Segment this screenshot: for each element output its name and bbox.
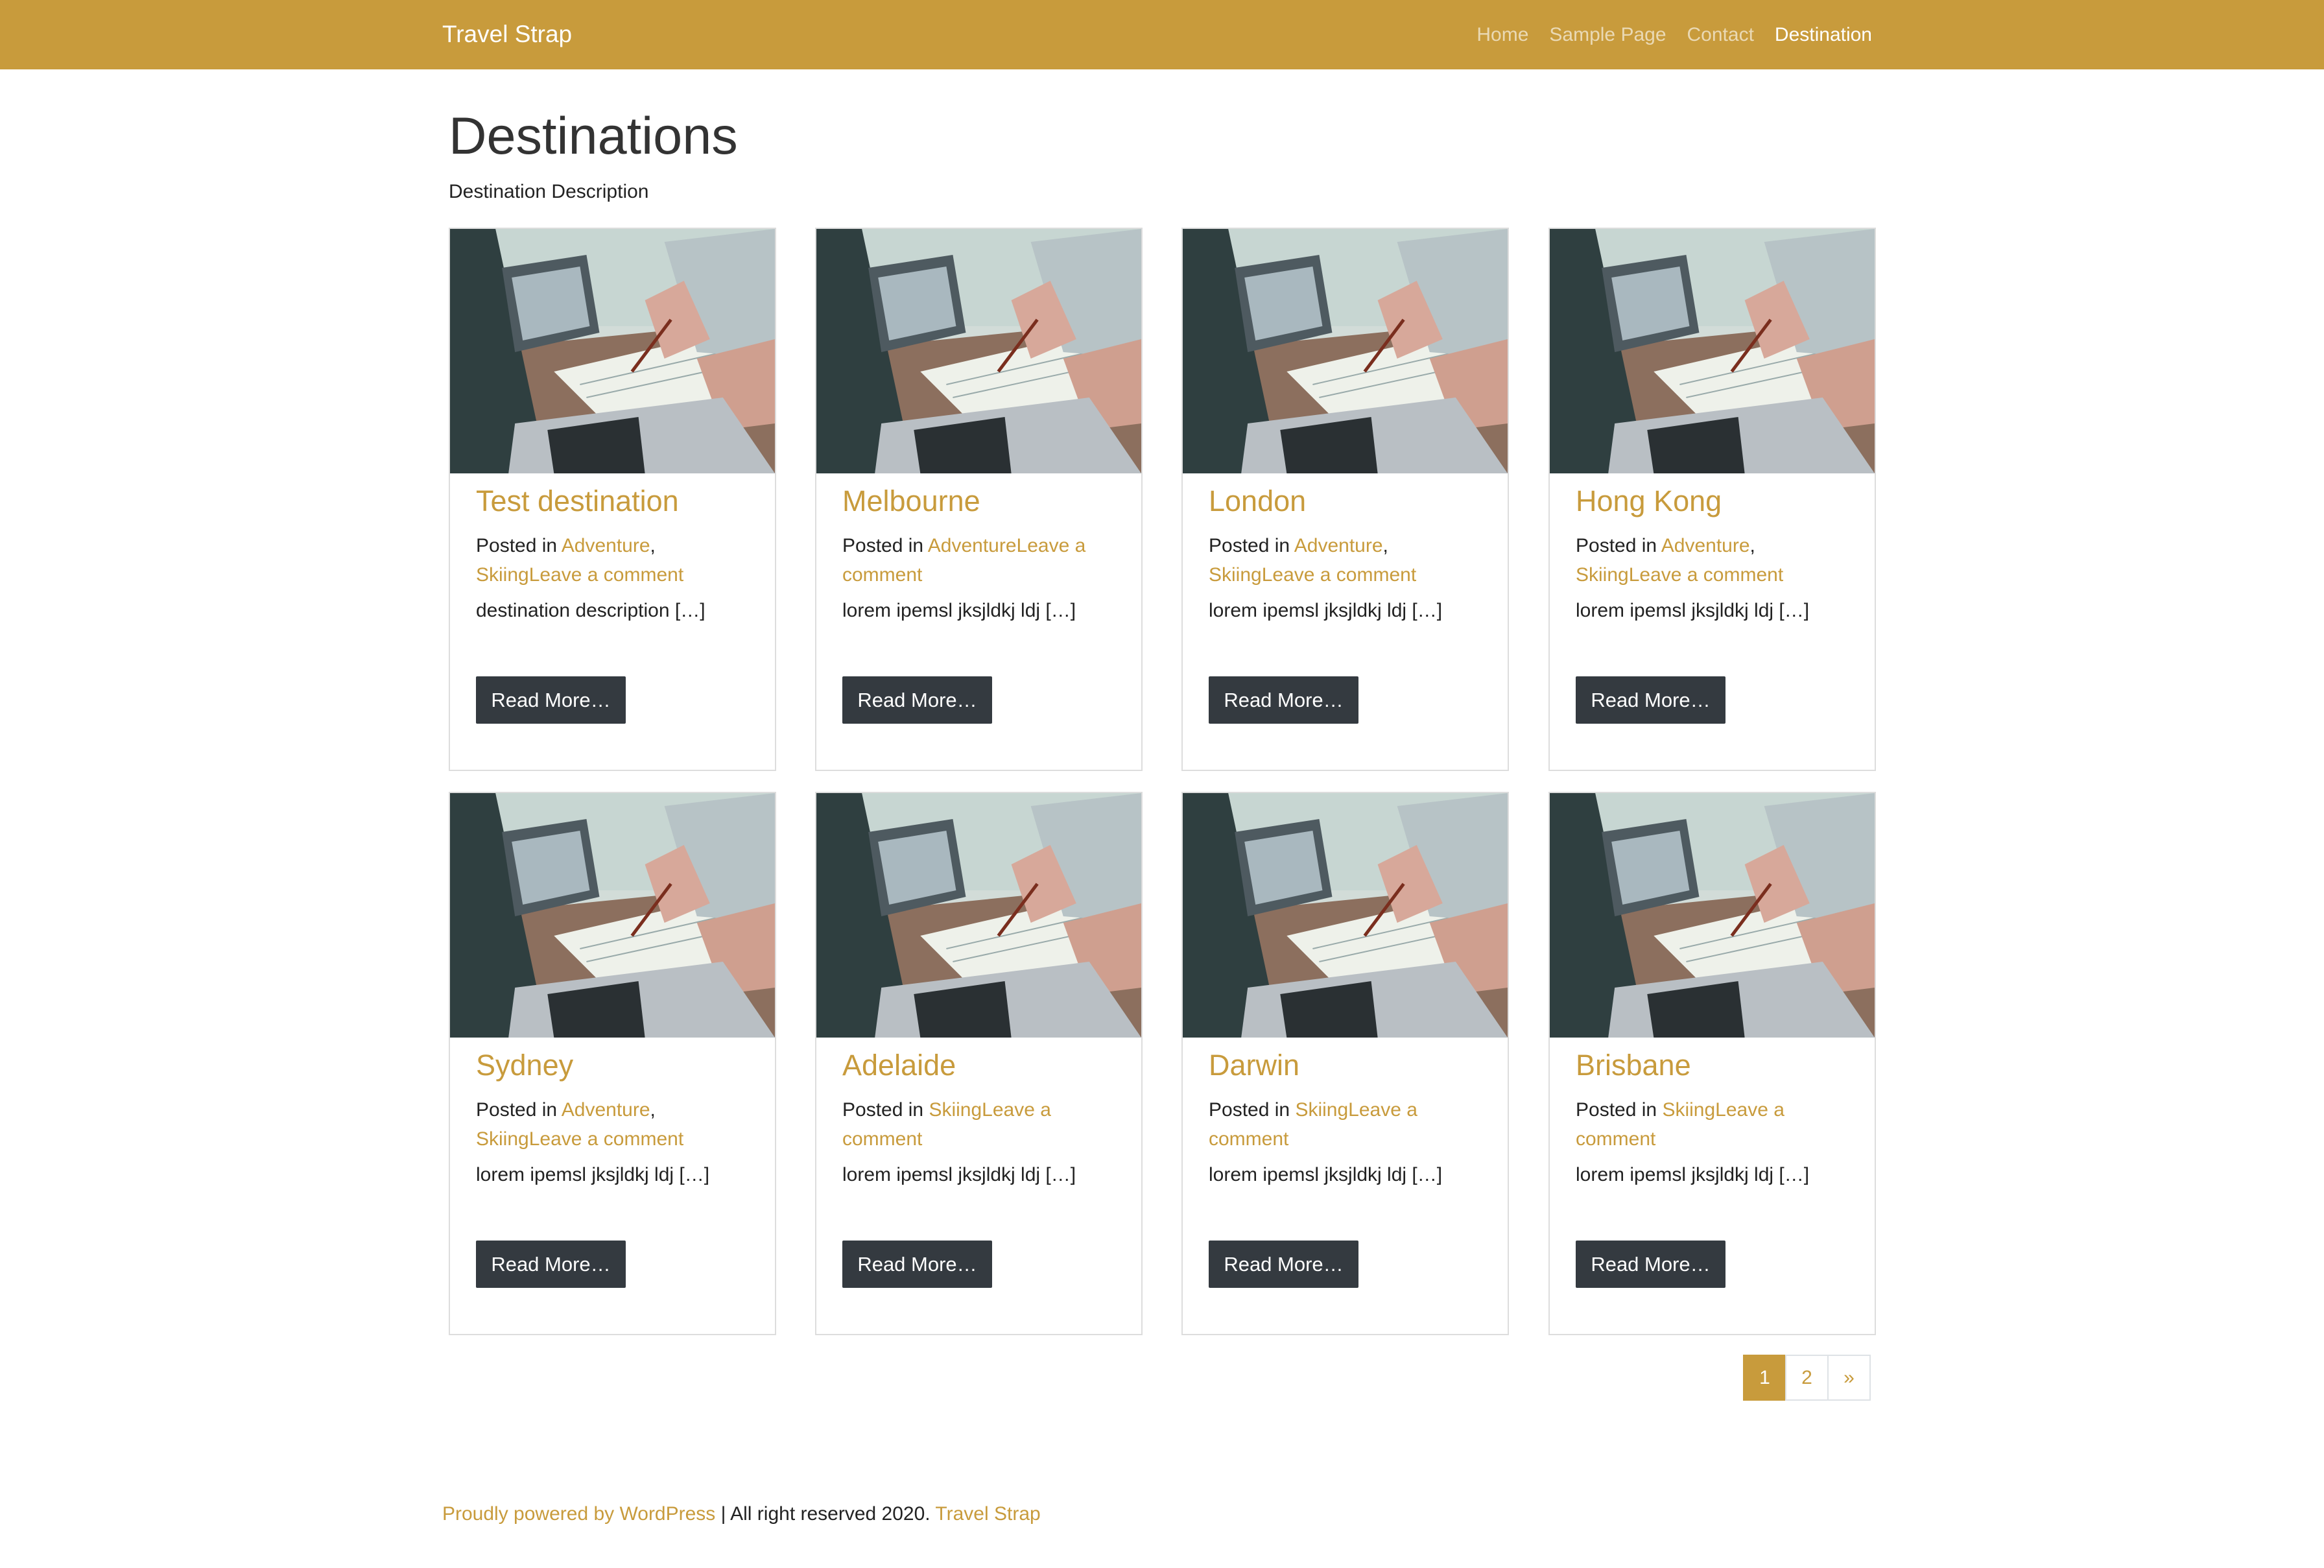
read-more-button[interactable]: Read More… bbox=[842, 676, 992, 724]
post-title-link[interactable]: London bbox=[1209, 482, 1306, 521]
post-thumbnail[interactable] bbox=[816, 229, 1141, 473]
post-title-link[interactable]: Hong Kong bbox=[1576, 482, 1722, 521]
category-separator: , bbox=[650, 535, 656, 556]
post-card: Darwin Posted in SkiingLeave a comment lor… bbox=[1181, 792, 1509, 1335]
post-card: Test destination Posted in Adventure, Ski… bbox=[449, 228, 776, 771]
post-category-link[interactable]: Skiing bbox=[476, 1128, 529, 1150]
post-card: Brisbane Posted in SkiingLeave a comment l… bbox=[1548, 792, 1876, 1335]
post-thumbnail[interactable] bbox=[450, 229, 775, 473]
post-meta: Posted in Adventure, SkiingLeave a comme… bbox=[476, 1095, 755, 1154]
page-description: Destination Description bbox=[449, 181, 649, 202]
leave-comment-link[interactable]: Leave a comment bbox=[1262, 564, 1416, 586]
post-category-link[interactable]: Adventure bbox=[1294, 535, 1383, 556]
footer-copyright: | All right reserved 2020. bbox=[715, 1503, 936, 1525]
post-title-link[interactable]: Sydney bbox=[476, 1046, 573, 1085]
post-title-link[interactable]: Darwin bbox=[1209, 1046, 1299, 1085]
read-more-button[interactable]: Read More… bbox=[1209, 676, 1358, 724]
post-excerpt: lorem ipemsl jksjldkj ldj […] bbox=[1209, 600, 1443, 621]
post-thumbnail[interactable] bbox=[1183, 793, 1508, 1038]
leave-comment-link[interactable]: Leave a comment bbox=[529, 1128, 683, 1150]
nav-item-sample-page[interactable]: Sample Page bbox=[1549, 22, 1666, 48]
post-card: Hong Kong Posted in Adventure, SkiingLeav… bbox=[1548, 228, 1876, 771]
post-category-link[interactable]: Skiing bbox=[476, 564, 529, 586]
post-category-link[interactable]: Skiing bbox=[929, 1099, 982, 1121]
post-meta: Posted in Adventure, SkiingLeave a comme… bbox=[476, 531, 755, 589]
post-meta: Posted in SkiingLeave a comment bbox=[1209, 1095, 1488, 1154]
read-more-button[interactable]: Read More… bbox=[476, 1241, 626, 1288]
posted-in-label: Posted in bbox=[1209, 535, 1290, 556]
pagination: 1 2 » bbox=[1743, 1355, 1871, 1401]
post-card: Sydney Posted in Adventure, SkiingLeave a… bbox=[449, 792, 776, 1335]
post-meta: Posted in SkiingLeave a comment bbox=[1576, 1095, 1855, 1154]
nav-item-contact[interactable]: Contact bbox=[1687, 22, 1754, 48]
post-thumbnail[interactable] bbox=[1550, 229, 1875, 473]
post-excerpt: lorem ipemsl jksjldkj ldj […] bbox=[476, 1164, 710, 1185]
page-link-1[interactable]: 1 bbox=[1743, 1355, 1786, 1401]
post-excerpt: destination description […] bbox=[476, 600, 706, 621]
post-meta: Posted in AdventureLeave a comment bbox=[842, 531, 1121, 589]
posted-in-label: Posted in bbox=[842, 535, 924, 556]
posted-in-label: Posted in bbox=[476, 535, 558, 556]
post-card: Melbourne Posted in AdventureLeave a comm… bbox=[815, 228, 1143, 771]
posted-in-label: Posted in bbox=[476, 1099, 558, 1121]
post-title-link[interactable]: Test destination bbox=[476, 482, 679, 521]
footer-powered-link[interactable]: Proudly powered by WordPress bbox=[442, 1503, 715, 1525]
post-category-link[interactable]: Skiing bbox=[1295, 1099, 1348, 1121]
nav-item-destination[interactable]: Destination bbox=[1775, 22, 1872, 48]
main-nav: Home Sample Page Contact Destination bbox=[1476, 22, 1872, 48]
read-more-button[interactable]: Read More… bbox=[476, 676, 626, 724]
post-meta: Posted in Adventure, SkiingLeave a comme… bbox=[1576, 531, 1855, 589]
post-excerpt: lorem ipemsl jksjldkj ldj […] bbox=[842, 1164, 1076, 1185]
post-thumbnail[interactable] bbox=[450, 793, 775, 1038]
post-excerpt: lorem ipemsl jksjldkj ldj […] bbox=[1576, 600, 1810, 621]
post-title-link[interactable]: Melbourne bbox=[842, 482, 980, 521]
page-title: Destinations bbox=[449, 107, 738, 165]
post-category-link[interactable]: Skiing bbox=[1576, 564, 1629, 586]
navbar: Travel Strap Home Sample Page Contact De… bbox=[0, 0, 2324, 69]
page-link-2[interactable]: 2 bbox=[1785, 1355, 1829, 1401]
post-title-link[interactable]: Brisbane bbox=[1576, 1046, 1691, 1085]
read-more-button[interactable]: Read More… bbox=[1576, 1241, 1725, 1288]
footer-site-link[interactable]: Travel Strap bbox=[935, 1503, 1040, 1525]
footer: Proudly powered by WordPress | All right… bbox=[442, 1501, 1041, 1527]
post-excerpt: lorem ipemsl jksjldkj ldj […] bbox=[842, 600, 1076, 621]
posted-in-label: Posted in bbox=[842, 1099, 924, 1121]
post-card: Adelaide Posted in SkiingLeave a comment l… bbox=[815, 792, 1143, 1335]
post-thumbnail[interactable] bbox=[816, 793, 1141, 1038]
nav-item-home[interactable]: Home bbox=[1476, 22, 1528, 48]
page-link-next[interactable]: » bbox=[1827, 1355, 1871, 1401]
read-more-button[interactable]: Read More… bbox=[842, 1241, 992, 1288]
post-category-link[interactable]: Adventure bbox=[1661, 535, 1750, 556]
posted-in-label: Posted in bbox=[1576, 1099, 1657, 1121]
leave-comment-link[interactable]: Leave a comment bbox=[1629, 564, 1783, 586]
post-thumbnail[interactable] bbox=[1183, 229, 1508, 473]
post-category-link[interactable]: Adventure bbox=[562, 1099, 650, 1121]
post-category-link[interactable]: Skiing bbox=[1662, 1099, 1715, 1121]
posted-in-label: Posted in bbox=[1576, 535, 1657, 556]
post-title-link[interactable]: Adelaide bbox=[842, 1046, 956, 1085]
leave-comment-link[interactable]: Leave a comment bbox=[529, 564, 683, 586]
category-separator: , bbox=[1382, 535, 1388, 556]
post-category-link[interactable]: Skiing bbox=[1209, 564, 1262, 586]
post-card: London Posted in Adventure, SkiingLeave a… bbox=[1181, 228, 1509, 771]
posted-in-label: Posted in bbox=[1209, 1099, 1290, 1121]
post-thumbnail[interactable] bbox=[1550, 793, 1875, 1038]
read-more-button[interactable]: Read More… bbox=[1576, 676, 1725, 724]
post-excerpt: lorem ipemsl jksjldkj ldj […] bbox=[1209, 1164, 1443, 1185]
category-separator: , bbox=[1749, 535, 1755, 556]
post-category-link[interactable]: Adventure bbox=[928, 535, 1017, 556]
post-excerpt: lorem ipemsl jksjldkj ldj […] bbox=[1576, 1164, 1810, 1185]
read-more-button[interactable]: Read More… bbox=[1209, 1241, 1358, 1288]
post-category-link[interactable]: Adventure bbox=[562, 535, 650, 556]
site-brand-link[interactable]: Travel Strap bbox=[442, 19, 572, 49]
post-meta: Posted in SkiingLeave a comment bbox=[842, 1095, 1121, 1154]
post-meta: Posted in Adventure, SkiingLeave a comme… bbox=[1209, 531, 1488, 589]
category-separator: , bbox=[650, 1099, 656, 1121]
